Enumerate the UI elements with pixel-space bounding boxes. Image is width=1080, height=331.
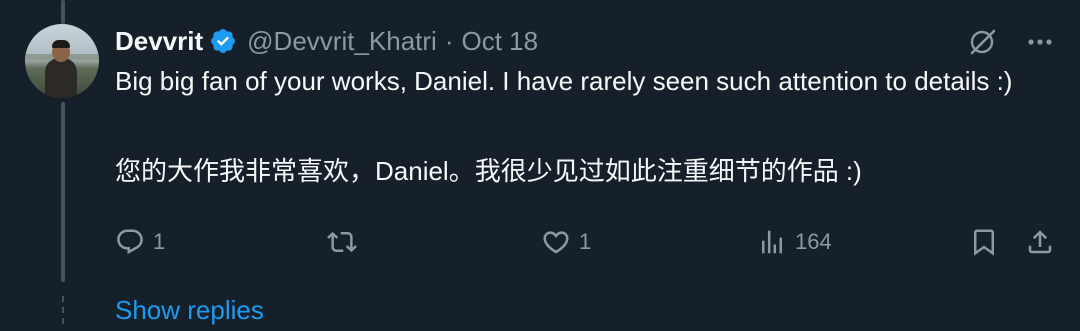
thread-line-top: [61, 0, 65, 24]
header-separator: ·: [444, 25, 454, 56]
thread-dots: [62, 296, 64, 329]
bookmark-button[interactable]: [969, 224, 999, 260]
tweet[interactable]: Devvrit @Devvrit_Khatri · Oct 18 Big big: [0, 0, 1080, 331]
tweet-text-en: Big big fan of your works, Daniel. I hav…: [115, 66, 1013, 96]
tweet-top-actions: [966, 26, 1056, 58]
reply-button[interactable]: 1: [115, 224, 165, 260]
share-button[interactable]: [1025, 224, 1055, 260]
like-button[interactable]: 1: [541, 224, 591, 260]
tweet-actions: 1 1 164: [115, 224, 1059, 260]
thread-line: [61, 102, 65, 282]
views-button[interactable]: 164: [757, 224, 832, 260]
reply-icon: [115, 227, 145, 257]
views-icon: [757, 227, 787, 257]
grok-icon[interactable]: [966, 26, 998, 58]
reply-count: 1: [153, 229, 166, 254]
like-icon: [541, 227, 571, 257]
retweet-button[interactable]: [327, 224, 365, 260]
more-icon[interactable]: [1024, 26, 1056, 58]
retweet-icon: [327, 227, 357, 257]
tweet-text-zh: 您的大作我非常喜欢，Daniel。我很少见过如此注重细节的作品 :): [115, 156, 862, 186]
tweet-date[interactable]: Oct 18: [462, 26, 539, 57]
like-count: 1: [579, 229, 592, 254]
show-replies-link[interactable]: Show replies: [115, 295, 264, 326]
views-count: 164: [795, 229, 832, 254]
share-icon: [1025, 227, 1055, 257]
bookmark-icon: [969, 227, 999, 257]
verified-badge-icon[interactable]: [209, 27, 237, 55]
author-name[interactable]: Devvrit: [115, 26, 203, 57]
avatar[interactable]: [25, 24, 99, 98]
author-handle[interactable]: @Devvrit_Khatri: [247, 26, 437, 57]
tweet-header: Devvrit @Devvrit_Khatri · Oct 18: [115, 24, 538, 58]
